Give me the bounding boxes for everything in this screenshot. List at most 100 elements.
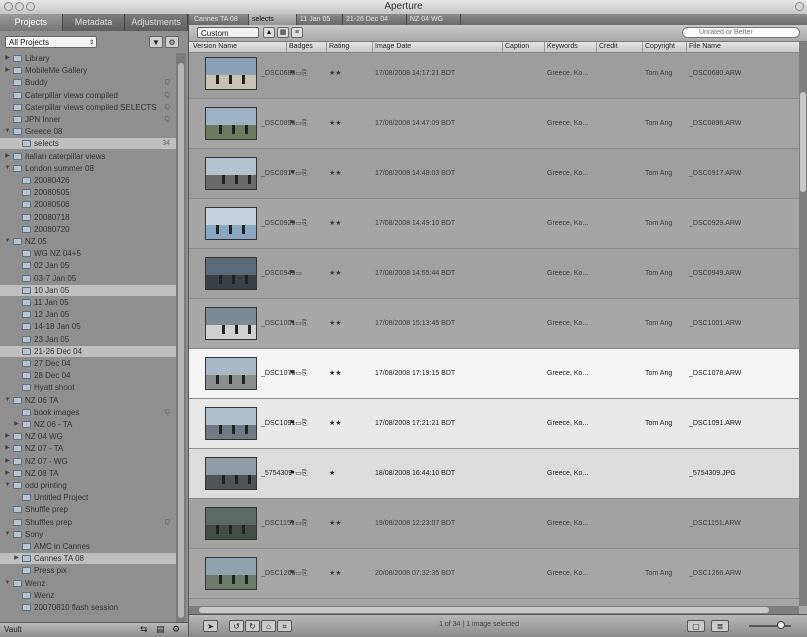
tab-adjustments[interactable]: Adjustments (125, 14, 189, 31)
new-item-icon[interactable]: ▼ (149, 36, 163, 48)
disclosure-closed-icon[interactable]: ▶ (4, 468, 11, 479)
tree-item[interactable]: 20080718 (0, 212, 176, 223)
table-row[interactable]: _DSC1078 ⚑▭⎘ ★★ 17/08/2008 17:19:15 BDT Gree… (189, 349, 799, 399)
column-divider[interactable] (686, 42, 687, 52)
column-copyright[interactable]: Copyright (645, 42, 675, 52)
disclosure-open-icon[interactable]: ▼ (4, 236, 11, 247)
tree-item[interactable]: 20070810 flash session (0, 602, 176, 613)
vault-disk-icon[interactable]: ▤ (156, 624, 165, 635)
column-divider[interactable] (544, 42, 545, 52)
tree-item[interactable]: 11 Jan 05 (0, 297, 176, 308)
column-image-date[interactable]: Image Date (375, 42, 411, 52)
tree-item[interactable]: ▼ NZ 05 (0, 236, 176, 247)
disclosure-closed-icon[interactable]: ▶ (13, 553, 20, 564)
list-layout-icon[interactable]: ≣ (711, 620, 729, 632)
horizontal-scrollbar[interactable] (189, 606, 799, 614)
grid-layout-icon[interactable]: ▢ (687, 620, 705, 632)
browser-tab[interactable]: selects (249, 14, 297, 25)
tab-metadata[interactable]: Metadata (63, 14, 126, 31)
column-divider[interactable] (286, 42, 287, 52)
rotate-left-icon[interactable]: ↺ (229, 620, 244, 632)
image-thumbnail[interactable] (205, 457, 257, 490)
view-preset-select[interactable]: Custom (197, 27, 259, 38)
tree-item[interactable]: 23 Jan 05 (0, 334, 176, 345)
tree-item[interactable]: AMC in Cannes (0, 541, 176, 552)
column-rating[interactable]: Rating (329, 42, 349, 52)
lift-stamp-icon[interactable]: ⌂ (261, 620, 276, 632)
disclosure-closed-icon[interactable]: ▶ (4, 53, 11, 64)
tree-item[interactable]: selects 34 (0, 138, 176, 150)
search-input[interactable] (682, 27, 800, 38)
tree-item[interactable]: Caterpillar views compiled Q (0, 90, 176, 101)
column-version-name[interactable]: Version Name (193, 42, 237, 52)
disclosure-open-icon[interactable]: ▼ (4, 163, 11, 174)
disclosure-closed-icon[interactable]: ▶ (4, 431, 11, 442)
table-row[interactable]: _DSC1091 ⚑▭⎘ ★★ 17/08/2008 17:21:21 BDT Gree… (189, 399, 799, 449)
tab-projects[interactable]: Projects (0, 14, 63, 31)
disclosure-open-icon[interactable]: ▼ (4, 578, 11, 589)
horizontal-scroll-thumb[interactable] (199, 607, 769, 613)
table-row[interactable]: _DSC0680 ⚑▭⎘ ★★ 17/08/2008 14:17:21 BDT Gree… (189, 53, 799, 99)
tree-item[interactable]: ▶ NZ 07 - WG (0, 456, 176, 467)
disclosure-closed-icon[interactable]: ▶ (4, 151, 11, 162)
tree-item[interactable]: Caterpillar views compiled SELECTS Q (0, 102, 176, 113)
tree-item[interactable]: ▼ Sony (0, 529, 176, 540)
tree-item[interactable]: ▶ NZ 07 - TA (0, 443, 176, 454)
tree-item[interactable]: book images Q (0, 407, 176, 418)
table-row[interactable]: _DSC1001 ⚑▭⎘ ★★ 17/08/2008 15:13:45 BDT Gree… (189, 299, 799, 349)
tree-item[interactable]: 20080426 (0, 175, 176, 186)
image-thumbnail[interactable] (205, 307, 257, 340)
rotate-right-icon[interactable]: ↻ (245, 620, 260, 632)
tree-item[interactable]: 12 Jan 05 (0, 309, 176, 320)
vault-status-icon[interactable]: ⇆ (140, 624, 148, 635)
image-thumbnail[interactable] (205, 507, 257, 540)
gear-icon[interactable]: ⚙ (165, 36, 179, 48)
list-scrollbar[interactable] (799, 42, 807, 606)
column-caption[interactable]: Caption (505, 42, 529, 52)
tree-item[interactable]: ▶ MobileMe Gallery (0, 65, 176, 76)
tree-item[interactable]: ▶ NZ 08 TA (0, 468, 176, 479)
tree-item[interactable]: 20080720 (0, 224, 176, 235)
image-thumbnail[interactable] (205, 57, 257, 90)
table-row[interactable]: _DSC0896 ⚑▭⎘ ★★ 17/08/2008 14:47:09 BDT Gree… (189, 99, 799, 149)
disclosure-closed-icon[interactable]: ▶ (4, 65, 11, 76)
tree-item[interactable]: Shuffle prep (0, 504, 176, 515)
image-thumbnail[interactable] (205, 557, 257, 590)
tree-item[interactable]: ▶ Cannes TA 08 (0, 553, 176, 565)
image-thumbnail[interactable] (205, 357, 257, 390)
column-keywords[interactable]: Keywords (547, 42, 578, 52)
tree-item[interactable]: WG NZ 04+5 (0, 248, 176, 259)
tree-item[interactable]: 20080505 (0, 187, 176, 198)
sidebar-scrollbar[interactable] (176, 53, 186, 625)
column-badges[interactable]: Badges (289, 42, 313, 52)
list-view-icon[interactable]: ≡ (291, 27, 303, 38)
tree-item[interactable]: 20080506 (0, 199, 176, 210)
tree-item[interactable]: Hyatt shoot (0, 382, 176, 393)
tree-item[interactable]: JPN Inner Q (0, 114, 176, 125)
crop-icon[interactable]: ⌗ (277, 620, 292, 632)
tree-item[interactable]: ▼ NZ 06 TA (0, 395, 176, 406)
thumbnail-size-knob[interactable] (777, 621, 785, 629)
image-thumbnail[interactable] (205, 257, 257, 290)
table-row[interactable]: _DSC0917 ⚑▭⎘ ★★ 17/08/2008 14:48:03 BDT Gree… (189, 149, 799, 199)
table-row[interactable]: _DSC1151 ⚑▭⎘ ★★ 19/08/2008 12:23:07 BDT Gree… (189, 499, 799, 549)
tree-item[interactable]: 03-7 Jan 05 (0, 273, 176, 284)
list-scroll-thumb[interactable] (800, 92, 806, 192)
tree-item[interactable]: ▶ Library (0, 53, 176, 64)
tree-item[interactable]: ▼ London summer 08 (0, 163, 176, 174)
vault-gear-icon[interactable]: ⚙ (172, 624, 180, 635)
column-credit[interactable]: Credit (599, 42, 618, 52)
column-divider[interactable] (642, 42, 643, 52)
tree-item[interactable]: 02 Jan 05 (0, 260, 176, 271)
disclosure-open-icon[interactable]: ▼ (4, 480, 11, 491)
image-thumbnail[interactable] (205, 407, 257, 440)
browser-tab[interactable]: 21-26 Dec 04 (343, 14, 407, 25)
tree-item[interactable]: Wenz (0, 590, 176, 601)
image-thumbnail[interactable] (205, 207, 257, 240)
tree-item[interactable]: ▶ Italian caterpillar views (0, 151, 176, 162)
image-thumbnail[interactable] (205, 107, 257, 140)
project-filter-select[interactable]: All Projects ⇕ (5, 36, 97, 48)
disclosure-open-icon[interactable]: ▼ (4, 395, 11, 406)
sidebar-scroll-thumb[interactable] (178, 63, 184, 618)
tree-item[interactable]: Buddy Q (0, 77, 176, 88)
